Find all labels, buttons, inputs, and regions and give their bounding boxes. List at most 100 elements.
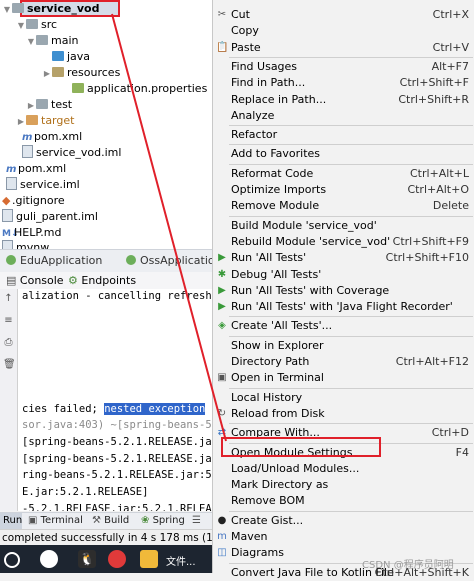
tree-item[interactable]: application.properties [62,81,207,97]
resources-folder-icon [52,67,64,77]
menu-item-copy[interactable]: Copy [213,23,474,39]
maven-icon: m [22,132,33,143]
menu-item-label: Remove Module [231,199,320,213]
tab-edu-application[interactable]: EduApplication [6,254,102,267]
menu-item-remove-bom[interactable]: Remove BOM [213,493,474,509]
todo-icon: ☰ [192,515,201,526]
netease-music-icon[interactable] [108,550,126,568]
chevron-right-icon[interactable]: ▶ [16,114,26,130]
menu-item-shortcut: Ctrl+V [432,40,469,54]
menu-item-rebuild-module-service-vod[interactable]: Rebuild Module 'service_vod' Ctrl+Shift+F… [213,234,474,250]
menu-item-shortcut: Ctrl+Alt+F12 [395,355,469,368]
wrap-icon[interactable]: ≡ [3,315,14,326]
menu-item-create-all-tests[interactable]: ◈ Create 'All Tests'... [213,318,474,334]
tree-item[interactable]: ▶ resources [42,65,120,81]
tab-label: Run [3,515,23,526]
menu-item-reload-from-disk[interactable]: ↻ Reload from Disk [213,406,474,422]
chevron-right-icon[interactable]: ▶ [42,66,52,82]
menu-item-label: Maven [231,530,268,543]
console-side-toolbar: ↑ ≡ ⎙ 🗑 [0,289,18,511]
menu-item-cut[interactable]: ✂ Cut Ctrl+X [213,7,474,23]
terminal-icon: ▣ [28,515,38,526]
tree-item[interactable]: ▼ main [26,33,79,50]
menu-item-run-all-tests-with-coverage[interactable]: ▶ Run 'All Tests' with Coverage [213,283,474,299]
endpoints-tab[interactable]: ⚙ Endpoints [68,274,136,287]
menu-item-label: Remove BOM [231,494,305,508]
app-icon[interactable] [40,550,58,568]
menu-item-debug-all-tests[interactable]: ✱ Debug 'All Tests' [213,267,474,283]
menu-item-directory-path[interactable]: Directory Path Ctrl+Alt+F12 [213,354,474,370]
menu-separator [229,387,473,389]
tree-item[interactable]: M↓HELP.md [2,225,61,241]
menu-item-paste[interactable]: 📋 Paste Ctrl+V [213,40,474,56]
console-text: cies failed; [22,403,105,415]
menu-item-label: Reformat Code [231,166,314,180]
cut-icon: ✂ [217,9,227,20]
menu-item-label: Paste [231,40,261,54]
menu-item-show-in-explorer[interactable]: Show in Explorer [213,338,474,354]
search-icon[interactable] [4,552,20,568]
menu-item-replace-in-path[interactable]: Replace in Path... Ctrl+Shift+R [213,92,474,108]
menu-item-load-unload-modules[interactable]: Load/Unload Modules... [213,461,474,477]
print-icon[interactable]: ⎙ [3,337,14,348]
menu-item-shortcut: Ctrl+Alt+O [407,183,469,196]
properties-file-icon [72,83,84,93]
menu-item-open-in-terminal[interactable]: ▣ Open in Terminal [213,370,474,386]
tree-item[interactable]: ▼ src [16,17,57,33]
menu-item-maven[interactable]: m Maven [213,529,474,545]
menu-item-optimize-imports[interactable]: Optimize Imports Ctrl+Alt+O [213,182,474,198]
tree-item[interactable]: service_vod.iml [22,145,121,161]
menu-item-shortcut: Alt+F7 [431,59,469,73]
menu-item-local-history[interactable]: Local History [213,390,474,406]
console-line: E.jar:5.2.1.RELEASE] [22,486,149,498]
tab-spring[interactable]: ❀ Spring [141,515,185,526]
console-output[interactable]: alization - cancelling refresh cies fail… [18,289,212,511]
tab-todo[interactable]: ☰ [192,515,201,526]
console-tab[interactable]: ▤ Console [6,274,64,287]
tree-item-service-vod[interactable]: ▼ service_vod [2,1,100,18]
menu-item-refactor[interactable]: Refactor [213,127,474,143]
tree-item[interactable]: ▶ target [16,113,75,130]
menu-separator [229,56,473,58]
tree-item[interactable]: service.iml [6,177,80,193]
menu-item-shortcut: Ctrl+Alt+L [409,166,469,180]
menu-item-remove-module[interactable]: Remove Module Delete [213,198,474,214]
menu-item-label: Add to Favorites [231,147,321,161]
flight-recorder-icon: ▶ [218,301,226,313]
tree-item[interactable]: m pom.xml [22,129,82,145]
chevron-down-icon[interactable]: ▼ [16,18,26,34]
qq-icon[interactable]: 🐧 [78,550,96,568]
menu-item-create-gist[interactable]: ● Create Gist... [213,513,474,529]
tree-item[interactable]: ◆ .gitignore [2,193,65,209]
tab-oss-application[interactable]: OssApplication [126,254,222,267]
menu-item-add-to-favorites[interactable]: Add to Favorites [213,146,474,162]
tree-item[interactable]: guli_parent.iml [2,209,98,225]
chevron-down-icon[interactable]: ▼ [26,34,36,50]
tab-run[interactable]: Run [0,513,22,530]
open-module-settings-highlight [221,437,381,457]
menu-item-mark-directory-as[interactable]: Mark Directory as [213,477,474,493]
menu-item-shortcut: Ctrl+Shift+F9 [392,234,469,248]
chevron-right-icon[interactable]: ▶ [26,98,36,114]
menu-item-label: Directory Path [231,355,310,368]
menu-item-find-in-path[interactable]: Find in Path... Ctrl+Shift+F [213,75,474,91]
clear-icon[interactable]: 🗑 [3,359,16,370]
menu-item-build-module-service-vod[interactable]: Build Module 'service_vod' [213,218,474,234]
tab-terminal[interactable]: ▣ Terminal [28,515,83,526]
tree-item[interactable]: ▶ test [26,97,72,113]
spring-boot-icon [6,255,16,265]
menu-item-find-usages[interactable]: Find Usages Alt+F7 [213,59,474,75]
tab-build[interactable]: ⚒ Build [92,515,129,526]
console-line: ring-beans-5.2.1.RELEASE.jar:5 [22,469,212,481]
iml-file-icon [2,209,13,222]
file-explorer-icon[interactable] [140,550,158,568]
menu-item-label: Local History [231,390,303,404]
chevron-down-icon[interactable]: ▼ [2,2,12,18]
menu-item-run-all-tests[interactable]: ▶ Run 'All Tests' Ctrl+Shift+F10 [213,250,474,266]
menu-item-run-all-tests-with-java-flight-recorder[interactable]: ▶ Run 'All Tests' with 'Java Flight Recor… [213,299,474,315]
menu-item-reformat-code[interactable]: Reformat Code Ctrl+Alt+L [213,166,474,182]
scroll-up-icon[interactable]: ↑ [3,293,14,304]
tree-item[interactable]: java [42,49,90,65]
tree-item[interactable]: m pom.xml [6,161,66,177]
menu-item-analyze[interactable]: Analyze [213,108,474,124]
